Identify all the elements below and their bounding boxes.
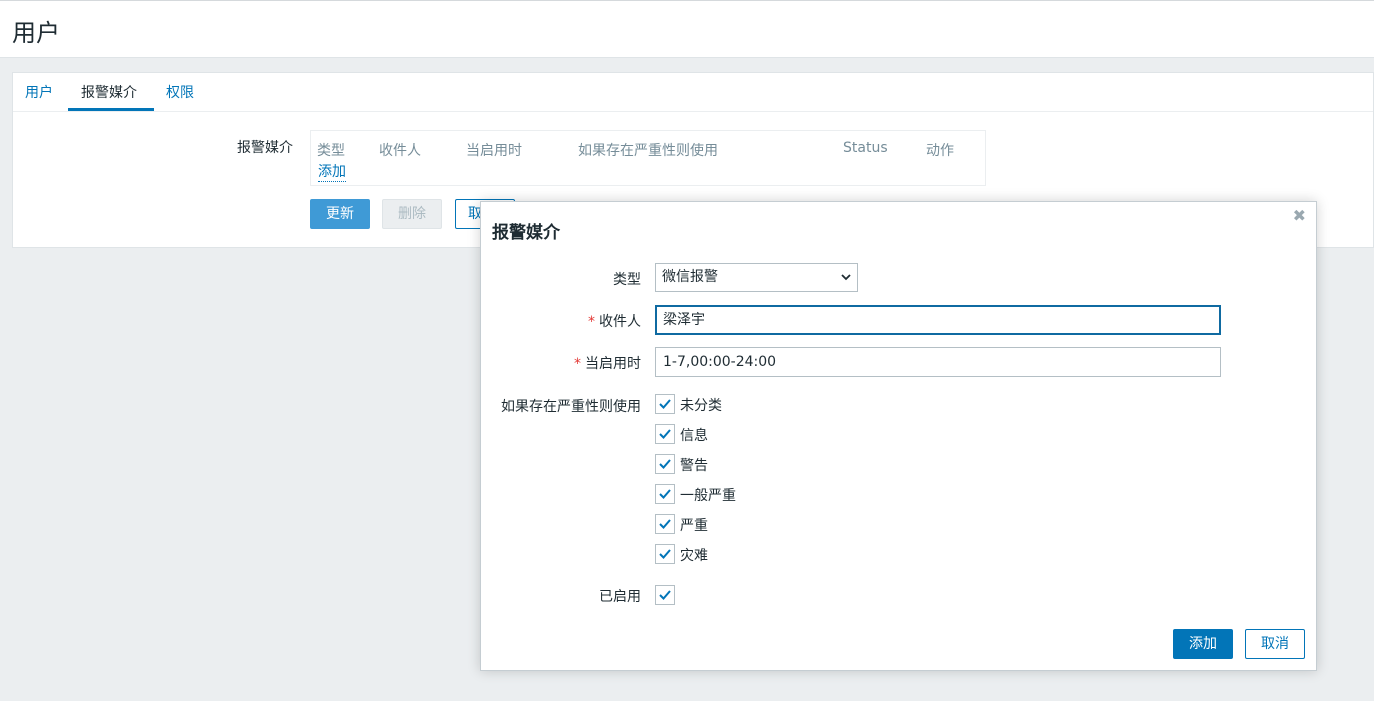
- cancel-button[interactable]: 取消: [1245, 629, 1305, 659]
- sendto-input[interactable]: 梁泽宇: [655, 305, 1221, 335]
- sendto-label: * 收件人: [588, 311, 641, 331]
- severity-option-label: 一般严重: [680, 488, 736, 504]
- severity-checkbox[interactable]: [655, 484, 675, 504]
- severity-option-label: 未分类: [680, 398, 722, 414]
- sendto-label-text: 收件人: [599, 314, 641, 330]
- severity-checkbox[interactable]: [655, 514, 675, 534]
- delete-button: 删除: [382, 199, 442, 229]
- period-label-text: 当启用时: [585, 356, 641, 372]
- type-select-value: 微信报警: [662, 269, 718, 285]
- required-asterisk: *: [588, 314, 595, 330]
- enabled-label: 已启用: [599, 589, 641, 605]
- dialog-title: 报警媒介: [492, 223, 560, 243]
- check-icon: [659, 519, 671, 529]
- col-action: 动作: [926, 143, 954, 159]
- check-icon: [659, 459, 671, 469]
- severity-label: 如果存在严重性则使用: [501, 399, 641, 415]
- severity-option-label: 警告: [680, 458, 708, 474]
- enabled-checkbox[interactable]: [655, 585, 675, 605]
- tab-media[interactable]: 报警媒介: [81, 82, 137, 102]
- severity-checkbox[interactable]: [655, 544, 675, 564]
- tab-bar: 用户 报警媒介 权限: [13, 73, 1373, 112]
- required-asterisk: *: [574, 356, 581, 372]
- period-label: * 当启用时: [574, 353, 641, 373]
- col-severity: 如果存在严重性则使用: [578, 143, 718, 159]
- check-icon: [659, 429, 671, 439]
- type-label: 类型: [613, 272, 641, 288]
- media-table: 类型 收件人 当启用时 如果存在严重性则使用 Status 动作 添加: [310, 130, 986, 186]
- severity-checkbox[interactable]: [655, 394, 675, 414]
- chevron-down-icon: [841, 274, 851, 281]
- check-icon: [659, 399, 671, 409]
- media-field-label: 报警媒介: [237, 140, 293, 156]
- add-media-link[interactable]: 添加: [318, 161, 346, 182]
- severity-checkbox[interactable]: [655, 454, 675, 474]
- severity-option-label: 灾难: [680, 548, 708, 564]
- active-tab-indicator: [68, 108, 154, 111]
- col-type: 类型: [317, 143, 345, 159]
- tab-permissions[interactable]: 权限: [166, 82, 194, 102]
- col-period: 当启用时: [466, 143, 522, 159]
- check-icon: [659, 489, 671, 499]
- col-status: Status: [843, 140, 888, 156]
- update-button[interactable]: 更新: [310, 199, 370, 229]
- page-header: 用户: [0, 0, 1374, 58]
- severity-checkbox[interactable]: [655, 424, 675, 444]
- add-button[interactable]: 添加: [1173, 629, 1233, 659]
- period-input[interactable]: 1-7,00:00-24:00: [655, 347, 1221, 377]
- type-select[interactable]: 微信报警: [655, 263, 858, 292]
- close-icon[interactable]: ✖: [1293, 206, 1306, 225]
- tab-user[interactable]: 用户: [25, 82, 53, 102]
- check-icon: [659, 549, 671, 559]
- check-icon: [659, 590, 671, 600]
- col-sendto: 收件人: [379, 143, 421, 159]
- page-title: 用户: [12, 19, 60, 47]
- media-dialog: 报警媒介 ✖ 类型 微信报警 * 收件人 梁泽宇 * 当启用时 1-7,00:00-…: [480, 201, 1317, 671]
- severity-option-label: 严重: [680, 518, 708, 534]
- severity-option-label: 信息: [680, 428, 708, 444]
